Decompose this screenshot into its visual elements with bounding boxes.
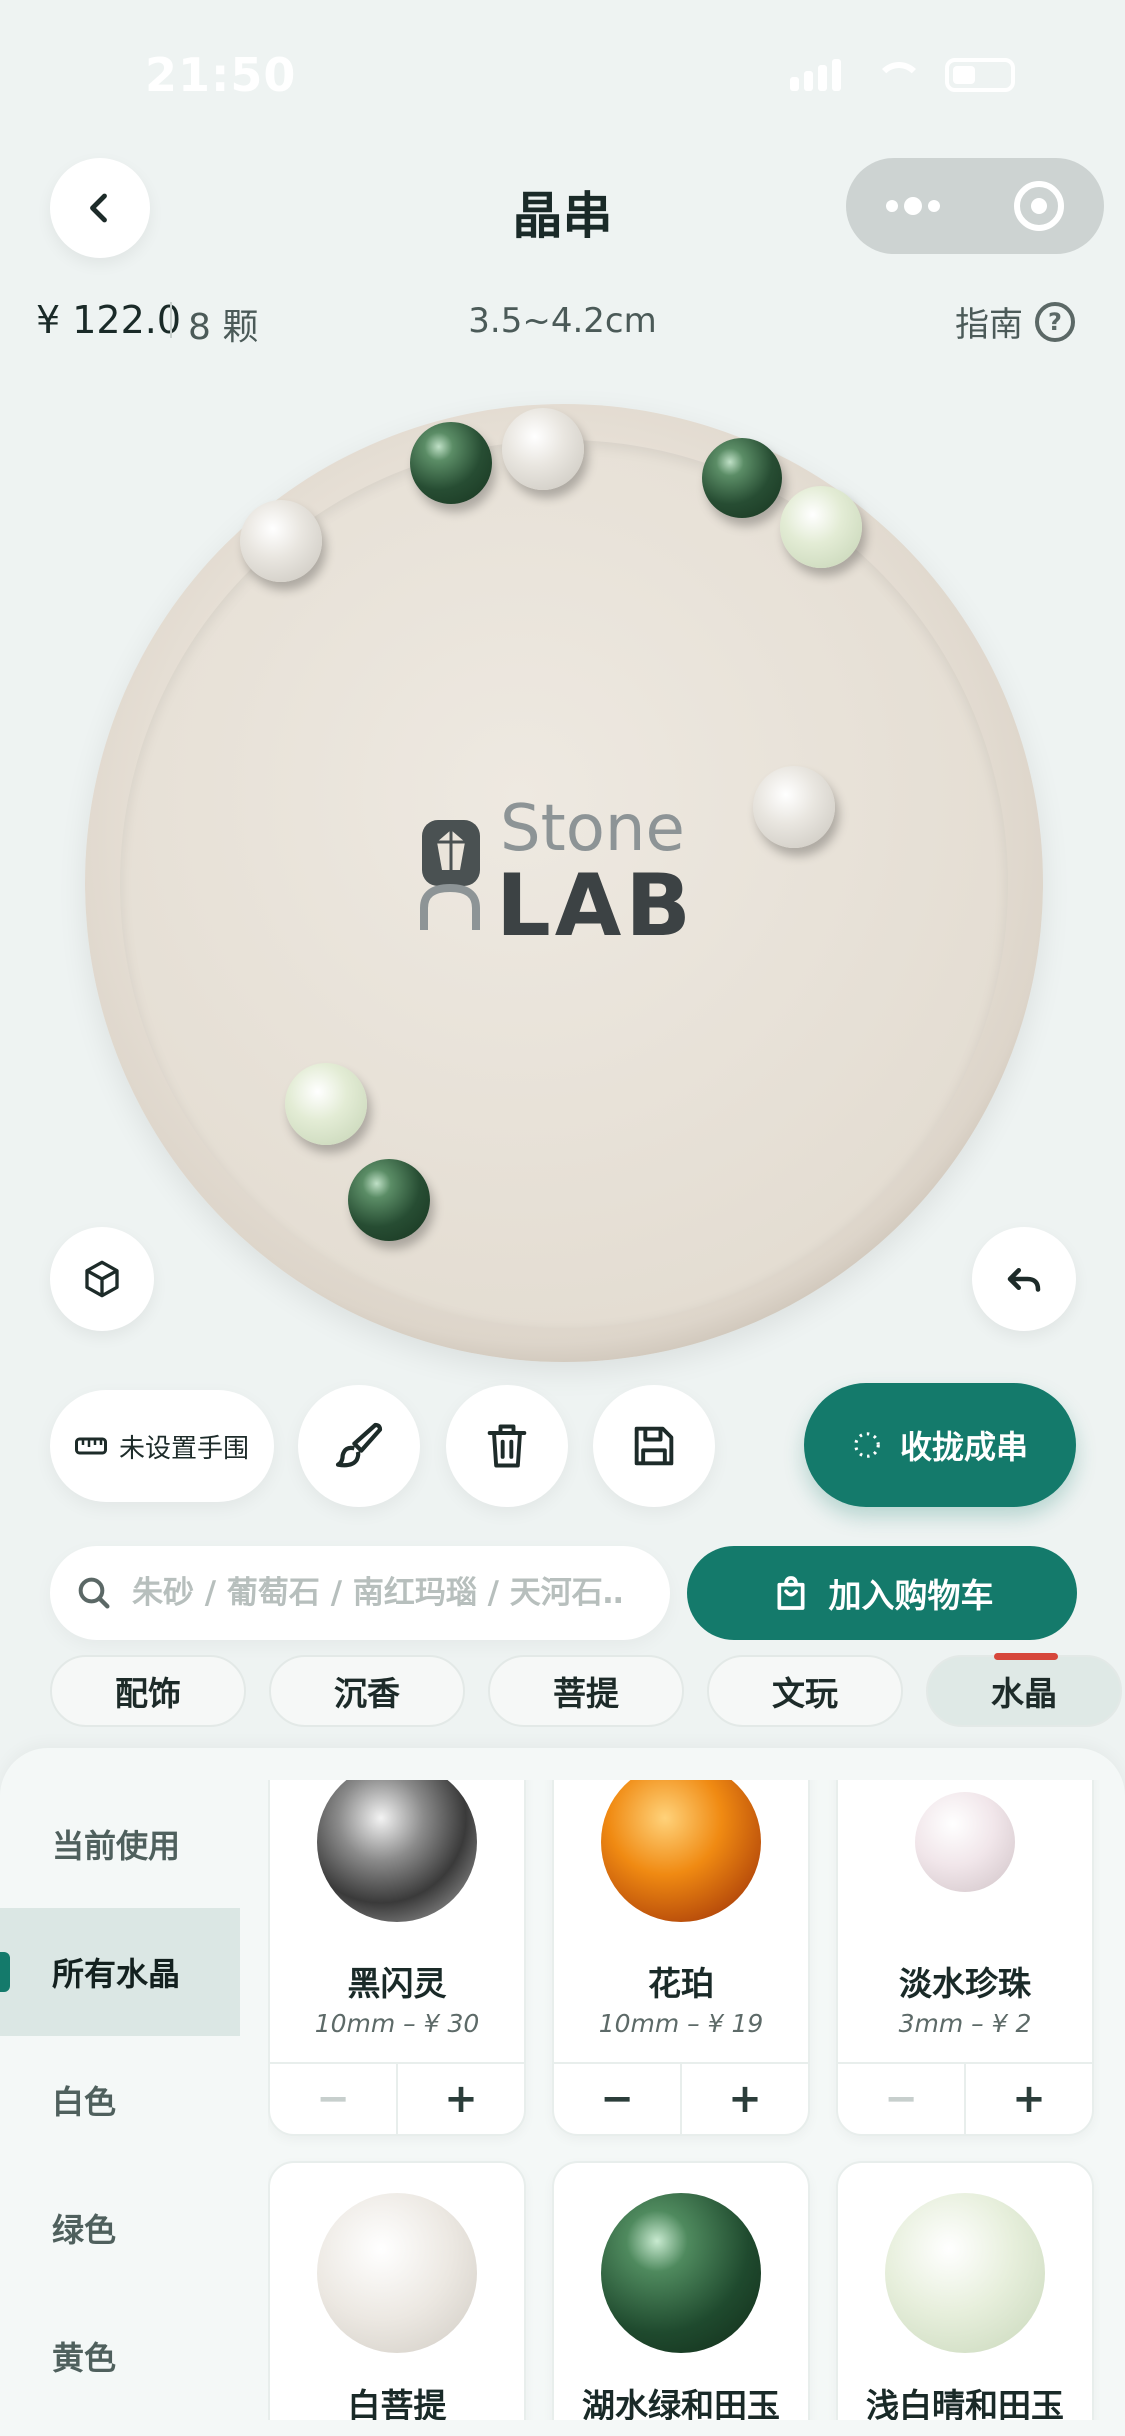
add-to-cart-button[interactable]: 加入购物车: [687, 1546, 1077, 1640]
product-card[interactable]: 白菩提: [268, 2161, 526, 2420]
logo-bottom-text: LAB: [496, 856, 695, 956]
sidebar-item-all-crystal[interactable]: 所有水晶: [0, 1908, 240, 2036]
bead[interactable]: [753, 766, 835, 848]
product-meta: 3mm – ¥ 2: [898, 2009, 1032, 2038]
product-name: 浅白晴和田玉: [866, 2386, 1064, 2420]
product-card[interactable]: 浅白晴和田玉: [836, 2161, 1094, 2420]
undo-button[interactable]: [972, 1227, 1076, 1331]
wifi-icon: [875, 62, 923, 88]
battery-icon: [945, 58, 1015, 92]
add-to-cart-label: 加入购物车: [828, 1576, 994, 1615]
save-icon: [634, 1426, 674, 1466]
wrist-size-button[interactable]: 未设置手围: [50, 1390, 274, 1502]
stone-lab-logo: Stone LAB: [420, 790, 720, 956]
guide-link[interactable]: 指南 ?: [955, 297, 1075, 346]
bead[interactable]: [780, 486, 862, 568]
loading-icon: [854, 1432, 880, 1458]
bead[interactable]: [502, 408, 584, 490]
product-card[interactable]: 黑闪灵 10mm – ¥ 30 − +: [268, 1780, 526, 2136]
logo-top-text: Stone: [500, 792, 685, 866]
paint-button[interactable]: [298, 1385, 420, 1507]
product-card[interactable]: 湖水绿和田玉: [552, 2161, 810, 2420]
increase-button[interactable]: +: [682, 2064, 808, 2134]
product-image: [601, 2193, 761, 2353]
category-tabs: 配饰 沉香 菩提 文玩 水晶: [50, 1653, 1122, 1727]
product-card[interactable]: 淡水珍珠 3mm – ¥ 2 − +: [836, 1780, 1094, 2136]
target-icon[interactable]: [1014, 181, 1064, 231]
ruler-icon: [74, 1437, 107, 1455]
shopping-bag-icon: [777, 1576, 804, 1610]
save-button[interactable]: [593, 1385, 715, 1507]
bead[interactable]: [285, 1063, 367, 1145]
product-card[interactable]: 花珀 10mm – ¥ 19 − +: [552, 1780, 810, 2136]
decrease-button[interactable]: −: [838, 2064, 966, 2134]
search-icon: [78, 1577, 110, 1609]
help-icon: ?: [1035, 301, 1075, 342]
sidebar-item-yellow[interactable]: 黄色: [0, 2292, 240, 2420]
product-image: [915, 1792, 1015, 1892]
product-meta: 10mm – ¥ 19: [598, 2009, 764, 2038]
product-name: 黑闪灵: [347, 1964, 447, 2003]
product-image: [601, 1780, 761, 1922]
signal-icon: [790, 59, 841, 91]
delete-button[interactable]: [446, 1385, 568, 1507]
3d-view-button[interactable]: [50, 1227, 154, 1331]
bead[interactable]: [410, 422, 492, 504]
status-icons: [790, 58, 1015, 92]
product-meta: 10mm – ¥ 30: [314, 2009, 480, 2038]
tab-bodhi[interactable]: 菩提: [488, 1655, 684, 1727]
status-time: 21:50: [145, 48, 297, 102]
bead[interactable]: [348, 1159, 430, 1241]
quantity-stepper: − +: [270, 2062, 524, 2134]
sidebar-item-green[interactable]: 绿色: [0, 2164, 240, 2292]
product-grid: 黑闪灵 10mm – ¥ 30 − + 花珀 10mm – ¥ 19 − + 淡…: [268, 1780, 1100, 2420]
undo-icon: [1007, 1267, 1041, 1292]
collect-label: 收拢成串: [899, 1428, 1028, 1466]
product-image: [317, 1780, 477, 1922]
decrease-button[interactable]: −: [554, 2064, 682, 2134]
product-name: 花珀: [648, 1964, 714, 2003]
more-dots-icon[interactable]: [886, 197, 940, 215]
tab-agarwood[interactable]: 沉香: [269, 1655, 465, 1727]
bead[interactable]: [240, 500, 322, 582]
decrease-button[interactable]: −: [270, 2064, 398, 2134]
sidebar: 当前使用 所有水晶 白色 绿色 黄色: [0, 1780, 240, 2420]
product-name: 淡水珍珠: [899, 1964, 1031, 2003]
guide-label: 指南: [955, 305, 1023, 345]
bead[interactable]: [702, 438, 782, 518]
increase-button[interactable]: +: [398, 2064, 524, 2134]
product-image: [317, 2193, 477, 2353]
product-name: 湖水绿和田玉: [582, 2386, 780, 2420]
increase-button[interactable]: +: [966, 2064, 1092, 2134]
sidebar-item-white[interactable]: 白色: [0, 2036, 240, 2164]
cube-icon: [85, 1260, 119, 1298]
brush-icon: [335, 1422, 383, 1468]
product-name: 白菩提: [347, 2386, 447, 2420]
product-image: [885, 2193, 1045, 2353]
quantity-stepper: − +: [554, 2062, 808, 2134]
search-bar[interactable]: [50, 1546, 670, 1640]
tab-accessories[interactable]: 配饰: [50, 1655, 246, 1727]
quantity-stepper: − +: [838, 2062, 1092, 2134]
tab-crystal[interactable]: 水晶: [926, 1653, 1122, 1727]
search-input[interactable]: [132, 1575, 622, 1611]
collect-string-button[interactable]: 收拢成串: [804, 1383, 1076, 1507]
trash-icon: [487, 1424, 527, 1468]
tab-collectibles[interactable]: 文玩: [707, 1655, 903, 1727]
sidebar-item-current[interactable]: 当前使用: [0, 1780, 240, 1908]
mini-program-capsule: [846, 158, 1104, 254]
wrist-size-label: 未设置手围: [118, 1433, 249, 1464]
